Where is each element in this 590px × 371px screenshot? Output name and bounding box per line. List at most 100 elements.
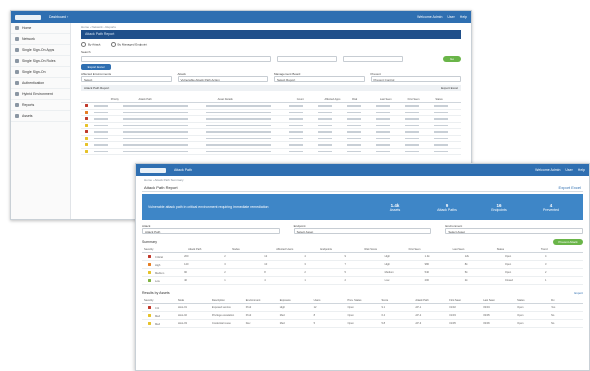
column-header[interactable]: Count (295, 98, 323, 101)
table-row[interactable]: Low 40 1 4 1 2 Low 200 2k Closed 1 (142, 277, 583, 285)
dropdown-select[interactable]: Vulnerable Attack Path Action (177, 76, 268, 82)
table-cell: 200 (184, 255, 189, 258)
column-header[interactable]: First Seen (406, 98, 434, 101)
column-header[interactable]: Environment (244, 299, 278, 302)
column-header[interactable]: Last Seen (378, 98, 406, 101)
go-button[interactable]: Go (443, 56, 461, 62)
column-header[interactable]: Attack Path (413, 299, 447, 302)
sidebar-item[interactable]: Reports (11, 100, 70, 111)
table-row[interactable] (81, 149, 461, 155)
column-header[interactable]: Status (433, 98, 461, 101)
app-logo[interactable] (15, 14, 41, 20)
table-cell: Open (347, 314, 354, 317)
table-export-link[interactable]: Export Excel (441, 86, 458, 90)
dropdown-select[interactable]: Select (81, 76, 172, 82)
export-row: Export Excel (81, 64, 461, 70)
column-header[interactable]: Users (312, 299, 346, 302)
topbar-link[interactable]: User (565, 168, 572, 172)
filter-select[interactable] (343, 56, 403, 62)
severity-label: Medium (155, 271, 165, 275)
selector-select[interactable]: Attack Path (142, 228, 280, 234)
topbar-link[interactable]: Welcome Admin (417, 15, 442, 19)
topbar-link[interactable]: Help (578, 168, 585, 172)
table-row[interactable]: Crit Host-01 Exposed service Prod High 12 Open… (142, 304, 583, 312)
table-row[interactable]: Med Host-03 Credential reuse Dev Med 5 Open 5.8… (142, 320, 583, 328)
column-header[interactable]: First Seen (407, 248, 451, 251)
topbar-link[interactable]: Welcome Admin (535, 168, 560, 172)
column-header[interactable]: Exposure (278, 299, 312, 302)
column-header[interactable]: First Seen (447, 299, 481, 302)
filter-select[interactable] (277, 56, 337, 62)
selector-select[interactable]: Select Asset (293, 228, 432, 234)
dropdown-select[interactable]: Select Report (274, 76, 365, 82)
topbar-link[interactable]: Help (460, 15, 467, 19)
table-cell: Dev (245, 322, 251, 325)
table-cell: 1 (544, 279, 547, 282)
table-cell: 01/02 (449, 306, 456, 309)
table-cell: Open (517, 322, 524, 325)
column-header[interactable]: Priority (109, 98, 137, 101)
table-cell: Med (279, 322, 285, 325)
topbar-link[interactable]: User (447, 15, 454, 19)
page-export-link[interactable]: Export Excel (559, 185, 581, 190)
sidebar-item[interactable]: Single Sign-On Rules (11, 56, 70, 67)
sidebar-item[interactable]: Authentication (11, 78, 70, 89)
column-header[interactable]: Endpoints (318, 248, 362, 251)
column-header[interactable]: Severity (142, 248, 186, 251)
hero-stat: 9 Attack Paths (421, 203, 473, 212)
selector-select[interactable]: Select Asset (445, 228, 584, 234)
sidebar-item-icon (15, 70, 19, 74)
table-cell (316, 111, 345, 113)
column-header[interactable]: Affected Users (274, 248, 318, 251)
prevent-attack-button[interactable]: Prevent Attack (553, 239, 583, 245)
app-logo[interactable] (140, 167, 166, 173)
sidebar-item-icon (15, 114, 19, 118)
table-row[interactable]: Med Host-02 Privilege escalation Prod Med 8 Op… (142, 312, 583, 320)
export-excel-button[interactable]: Export Excel (81, 64, 111, 70)
table-cell (345, 124, 374, 126)
severity-marker (85, 117, 88, 121)
sidebar-item[interactable]: Single Sign-On (11, 67, 70, 78)
column-header[interactable]: Severity (142, 299, 176, 302)
table-cell: Closed (504, 279, 513, 282)
column-header[interactable]: Status (495, 248, 539, 251)
column-header[interactable]: Prev. Status (346, 299, 380, 302)
sidebar-item-label: Single Sign-On Apps (22, 48, 55, 52)
table-cell (316, 131, 345, 133)
sidebar-item[interactable]: Single Sign-On Apps (11, 45, 70, 56)
column-header[interactable]: Score (379, 299, 413, 302)
table-cell: Privilege escalation (211, 314, 235, 317)
column-header[interactable]: Node (176, 299, 210, 302)
radio-by-attack[interactable]: By Attack (81, 42, 101, 47)
table-row[interactable]: Critical 200 2 12 4 9 High 1.4k 12k Open 4 (142, 253, 583, 261)
dropdown-group: Prevent Prevent Control (370, 72, 461, 82)
column-header[interactable]: Attack Path (136, 98, 215, 101)
topbar-user-menu[interactable]: Welcome Admin User Help (417, 15, 467, 19)
column-header[interactable]: Trend (539, 248, 583, 251)
dropdown-select[interactable]: Prevent Control (370, 76, 461, 82)
column-header[interactable]: Fix (549, 299, 583, 302)
column-header[interactable]: Attack Path (186, 248, 230, 251)
table-cell (374, 137, 403, 139)
sidebar-item[interactable]: Assets (11, 111, 70, 122)
sidebar-item[interactable]: Home (11, 23, 70, 34)
column-header[interactable]: Last Seen (481, 299, 515, 302)
selector-group: Endpoint Select Asset (293, 224, 432, 234)
column-header[interactable]: Asset Details (216, 98, 295, 101)
topbar-user-menu[interactable]: Welcome Admin User Help (535, 168, 585, 172)
column-header[interactable]: Risk (350, 98, 378, 101)
column-header[interactable]: Last Seen (451, 248, 495, 251)
radio-by-endpoint[interactable]: By Managed Endpoint (111, 42, 148, 47)
column-header[interactable]: Affected Apps (322, 98, 350, 101)
table-row[interactable]: Medium 90 2 8 2 5 Medium 540 5k Open 2 (142, 269, 583, 277)
sidebar-item[interactable]: Hybrid Environment (11, 89, 70, 100)
column-header[interactable]: Risk Score (362, 248, 406, 251)
details-export-link[interactable]: Export (574, 291, 583, 295)
column-header[interactable]: Nodes (230, 248, 274, 251)
table-row[interactable]: High 140 3 10 3 7 High 980 8k Open 3 (142, 261, 583, 269)
sidebar-item-icon (15, 37, 19, 41)
column-header[interactable]: Description (210, 299, 244, 302)
sidebar-item[interactable]: Network (11, 34, 70, 45)
search-input[interactable] (81, 56, 271, 62)
column-header[interactable]: Status (515, 299, 549, 302)
